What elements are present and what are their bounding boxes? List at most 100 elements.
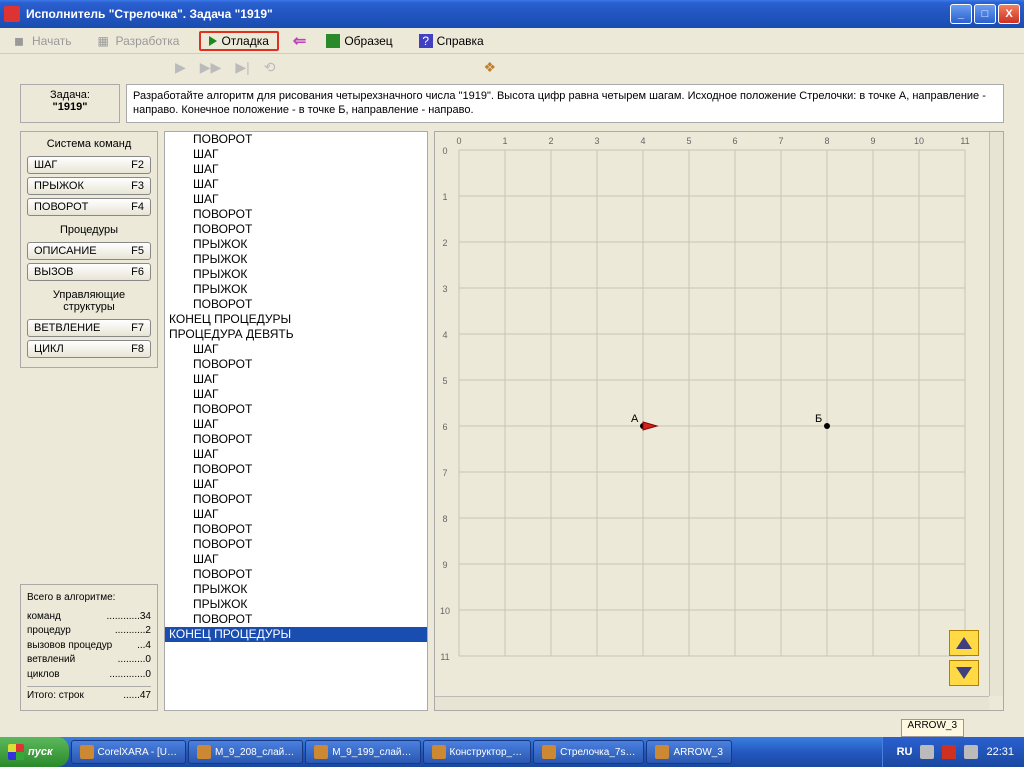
code-line[interactable]: ПОВОРОТ — [165, 432, 427, 447]
svg-text:7: 7 — [778, 136, 783, 146]
scrollbar-horizontal[interactable] — [435, 696, 989, 710]
minimize-button[interactable]: _ — [950, 4, 972, 24]
stats-title: Всего в алгоритме: — [27, 591, 151, 606]
taskbar-item[interactable]: CorelXARA - [U… — [71, 740, 186, 764]
svg-text:6: 6 — [442, 422, 447, 432]
tray-extra-icon[interactable] — [964, 745, 978, 759]
code-line[interactable]: ШАГ — [165, 507, 427, 522]
titlebar: Исполнитель "Стрелочка". Задача "1919" _… — [0, 0, 1024, 28]
menu-help[interactable]: ? Справка — [413, 32, 490, 50]
code-line[interactable]: ШАГ — [165, 162, 427, 177]
skip-icon[interactable]: ▶| — [235, 59, 249, 76]
stop-icon: ◼ — [14, 34, 28, 48]
commands-title: Система команд — [27, 138, 151, 150]
svg-text:1: 1 — [502, 136, 507, 146]
code-line[interactable]: ПОВОРОТ — [165, 222, 427, 237]
close-button[interactable]: X — [998, 4, 1020, 24]
menu-develop[interactable]: ▦ Разработка — [92, 32, 186, 50]
playback-toolbar: ▶ ▶▶ ▶| ⟲ ❖ — [0, 54, 1024, 80]
code-line[interactable]: ПРЫЖОК — [165, 237, 427, 252]
fast-fwd-icon[interactable]: ▶▶ — [200, 59, 222, 76]
code-line[interactable]: ПРЫЖОК — [165, 267, 427, 282]
sample-icon — [326, 34, 340, 48]
task-label-box: Задача: "1919" — [20, 84, 120, 123]
app-icon — [197, 745, 211, 759]
code-line[interactable]: КОНЕЦ ПРОЦЕДУРЫ — [165, 312, 427, 327]
command-button[interactable]: ПОВОРОТF4 — [27, 198, 151, 216]
code-line[interactable]: ШАГ — [165, 372, 427, 387]
pointer-arrow-icon: ⇐ — [293, 31, 306, 51]
code-line[interactable]: ПРЫЖОК — [165, 597, 427, 612]
svg-text:9: 9 — [870, 136, 875, 146]
extra-icon[interactable]: ❖ — [483, 59, 496, 76]
menu-begin[interactable]: ◼ Начать — [8, 32, 78, 50]
antivirus-icon[interactable] — [942, 745, 956, 759]
command-button[interactable]: ОПИСАНИЕF5 — [27, 242, 151, 260]
menu-debug[interactable]: Отладка — [199, 31, 278, 51]
network-icon[interactable] — [920, 745, 934, 759]
grid-panel: 0123456789101101234567891011АБ — [434, 131, 1004, 711]
code-line[interactable]: ШАГ — [165, 192, 427, 207]
code-line[interactable]: ШАГ — [165, 447, 427, 462]
code-line[interactable]: ПРЫЖОК — [165, 582, 427, 597]
code-line[interactable]: ПОВОРОТ — [165, 297, 427, 312]
clock[interactable]: 22:31 — [986, 746, 1014, 758]
stats-row: вызовов процедур...4 — [27, 639, 151, 654]
code-line[interactable]: ШАГ — [165, 417, 427, 432]
command-button[interactable]: ВЕТВЛЕНИЕF7 — [27, 319, 151, 337]
taskbar-item[interactable]: ARROW_3 — [646, 740, 731, 764]
code-line[interactable]: ПОВОРОТ — [165, 357, 427, 372]
command-button[interactable]: ПРЫЖОКF3 — [27, 177, 151, 195]
taskbar-item[interactable]: Стрелочка_7s… — [533, 740, 644, 764]
help-icon: ? — [419, 34, 433, 48]
taskbar-item[interactable]: Конструктор_… — [423, 740, 532, 764]
code-line[interactable]: ПОВОРОТ — [165, 522, 427, 537]
code-line[interactable]: ПОВОРОТ — [165, 612, 427, 627]
play-step-icon[interactable]: ▶ — [175, 59, 186, 76]
code-line[interactable]: ПОВОРОТ — [165, 132, 427, 147]
windows-logo-icon — [8, 744, 24, 760]
code-line[interactable]: ПРЫЖОК — [165, 282, 427, 297]
code-list[interactable]: ПОВОРОТ ШАГ ШАГ ШАГ ШАГ ПОВОРОТ ПОВОРОТ … — [165, 132, 427, 710]
code-line[interactable]: ШАГ — [165, 147, 427, 162]
code-line[interactable]: КОНЕЦ ПРОЦЕДУРЫ — [165, 627, 427, 642]
code-line[interactable]: ПОВОРОТ — [165, 537, 427, 552]
code-line[interactable]: ШАГ — [165, 342, 427, 357]
language-indicator[interactable]: RU — [897, 746, 913, 758]
svg-text:5: 5 — [442, 376, 447, 386]
taskbar-item[interactable]: М_9_199_слай… — [305, 740, 420, 764]
code-line[interactable]: ПОВОРОТ — [165, 492, 427, 507]
svg-text:10: 10 — [914, 136, 924, 146]
code-line[interactable]: ШАГ — [165, 552, 427, 567]
svg-text:10: 10 — [440, 606, 450, 616]
menu-sample[interactable]: Образец — [320, 32, 398, 50]
svg-text:9: 9 — [442, 560, 447, 570]
triangle-down-icon — [956, 667, 972, 679]
code-line[interactable]: ПОВОРОТ — [165, 567, 427, 582]
code-line[interactable]: ПОВОРОТ — [165, 462, 427, 477]
grid-viewport[interactable]: 0123456789101101234567891011АБ — [435, 132, 989, 696]
scrollbar-vertical[interactable] — [989, 132, 1003, 696]
code-line[interactable]: ШАГ — [165, 177, 427, 192]
taskbar-item[interactable]: М_9_208_слай… — [188, 740, 303, 764]
svg-text:11: 11 — [440, 652, 449, 662]
menubar: ◼ Начать ▦ Разработка Отладка ⇐ Образец … — [0, 28, 1024, 54]
code-line[interactable]: ПОВОРОТ — [165, 402, 427, 417]
code-line[interactable]: ПРОЦЕДУРА ДЕВЯТЬ — [165, 327, 427, 342]
system-tray: RU 22:31 — [882, 737, 1024, 767]
svg-text:0: 0 — [456, 136, 461, 146]
nav-down-button[interactable] — [949, 660, 979, 686]
command-button[interactable]: ВЫЗОВF6 — [27, 263, 151, 281]
command-button[interactable]: ЦИКЛF8 — [27, 340, 151, 358]
code-line[interactable]: ШАГ — [165, 477, 427, 492]
nav-up-button[interactable] — [949, 630, 979, 656]
command-button[interactable]: ШАГF2 — [27, 156, 151, 174]
code-line[interactable]: ПРЫЖОК — [165, 252, 427, 267]
loop-icon[interactable]: ⟲ — [264, 59, 276, 76]
code-line[interactable]: ШАГ — [165, 387, 427, 402]
svg-text:1: 1 — [442, 192, 447, 202]
code-line[interactable]: ПОВОРОТ — [165, 207, 427, 222]
maximize-button[interactable]: □ — [974, 4, 996, 24]
start-button[interactable]: пуск — [0, 737, 69, 767]
commands-panel: Система команд ШАГF2ПРЫЖОКF3ПОВОРОТF4 Пр… — [20, 131, 158, 368]
